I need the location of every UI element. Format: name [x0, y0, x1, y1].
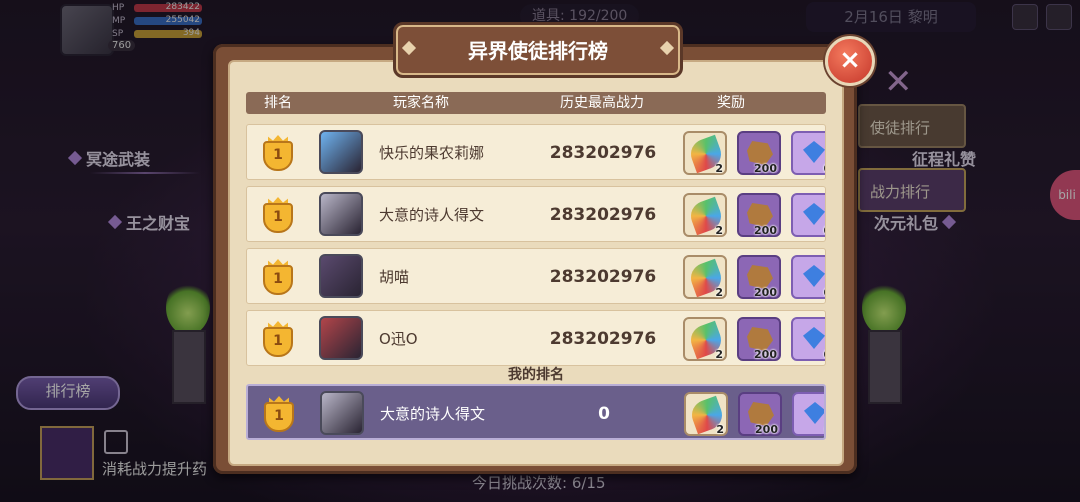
reward-count: 2	[715, 162, 723, 175]
feather-reward-icon[interactable]: 2	[683, 193, 727, 237]
gem-reward-icon[interactable]: 6	[792, 392, 826, 436]
gem-reward-icon[interactable]: 6	[791, 193, 825, 237]
gem-icon	[803, 141, 825, 163]
reward-count: 2	[716, 423, 724, 436]
modal-close-button[interactable]: ×	[825, 36, 875, 86]
reward-count: 6	[823, 286, 825, 299]
header-reward: 奖励	[717, 95, 745, 111]
rank-number: 1	[273, 271, 283, 287]
reward-count: 6	[824, 423, 826, 436]
rank-number: 1	[274, 408, 284, 424]
player-avatar[interactable]	[319, 192, 363, 236]
gem-icon	[803, 327, 825, 349]
rank-badge-icon: 1	[264, 396, 294, 432]
feather-reward-icon[interactable]: 2	[683, 317, 727, 361]
rank-badge-icon: 1	[263, 135, 293, 171]
reward-count: 200	[754, 224, 777, 237]
player-avatar[interactable]	[319, 130, 363, 174]
player-avatar[interactable]	[319, 254, 363, 298]
ore-reward-icon[interactable]: 200	[737, 317, 781, 361]
reward-count: 2	[715, 286, 723, 299]
ore-reward-icon[interactable]: 200	[738, 392, 782, 436]
reward-count: 200	[754, 286, 777, 299]
ore-reward-icon[interactable]: 200	[737, 131, 781, 175]
gem-reward-icon[interactable]: 6	[791, 317, 825, 361]
player-name: 大意的诗人得文	[380, 405, 486, 423]
rank-number: 1	[273, 147, 283, 163]
my-ranking-row[interactable]: 1 大意的诗人得文 0 2 200 6	[246, 384, 826, 440]
player-name: 大意的诗人得文	[379, 206, 485, 224]
player-power: 283202976	[549, 205, 657, 225]
rank-badge-icon: 1	[263, 259, 293, 295]
player-avatar[interactable]	[319, 316, 363, 360]
rank-number: 1	[273, 333, 283, 349]
modal-title: 异界使徒排行榜	[468, 39, 608, 63]
table-row[interactable]: 1 胡喵 283202976 2 200 6	[246, 248, 826, 304]
reward-count: 6	[823, 348, 825, 361]
player-name: 快乐的果农莉娜	[379, 144, 485, 162]
player-power: 283202976	[549, 329, 657, 349]
reward-count: 6	[823, 224, 825, 237]
gem-reward-icon[interactable]: 6	[791, 255, 825, 299]
ore-reward-icon[interactable]: 200	[737, 255, 781, 299]
gem-icon	[803, 265, 825, 287]
feather-reward-icon[interactable]: 2	[683, 131, 727, 175]
my-rank-label: 我的排名	[508, 367, 564, 383]
rank-badge-icon: 1	[263, 321, 293, 357]
feather-reward-icon[interactable]: 2	[683, 255, 727, 299]
reward-count: 2	[715, 348, 723, 361]
rank-number: 1	[273, 209, 283, 225]
ore-reward-icon[interactable]: 200	[737, 193, 781, 237]
player-power: 0	[598, 404, 610, 424]
header-power: 历史最高战力	[560, 95, 644, 111]
gem-icon	[804, 402, 824, 424]
table-header: 排名 玩家名称 历史最高战力 奖励	[246, 92, 826, 114]
modal-title-banner: 异界使徒排行榜	[393, 22, 683, 78]
rank-badge-icon: 1	[263, 197, 293, 233]
table-row[interactable]: 1 快乐的果农莉娜 283202976 2 200 6	[246, 124, 826, 180]
feather-reward-icon[interactable]: 2	[684, 392, 728, 436]
reward-count: 200	[754, 162, 777, 175]
player-power: 283202976	[549, 143, 657, 163]
player-avatar[interactable]	[320, 391, 364, 435]
header-rank: 排名	[264, 95, 292, 111]
player-name: O迅O	[379, 330, 418, 348]
header-name: 玩家名称	[393, 95, 449, 111]
table-row[interactable]: 1 大意的诗人得文 283202976 2 200 6	[246, 186, 826, 242]
gem-reward-icon[interactable]: 6	[791, 131, 825, 175]
gem-icon	[803, 203, 825, 225]
reward-count: 6	[823, 162, 825, 175]
player-power: 283202976	[549, 267, 657, 287]
reward-count: 200	[754, 348, 777, 361]
reward-count: 200	[755, 423, 778, 436]
table-row[interactable]: 1 O迅O 283202976 2 200 6	[246, 310, 826, 366]
player-name: 胡喵	[379, 268, 410, 286]
reward-count: 2	[715, 224, 723, 237]
